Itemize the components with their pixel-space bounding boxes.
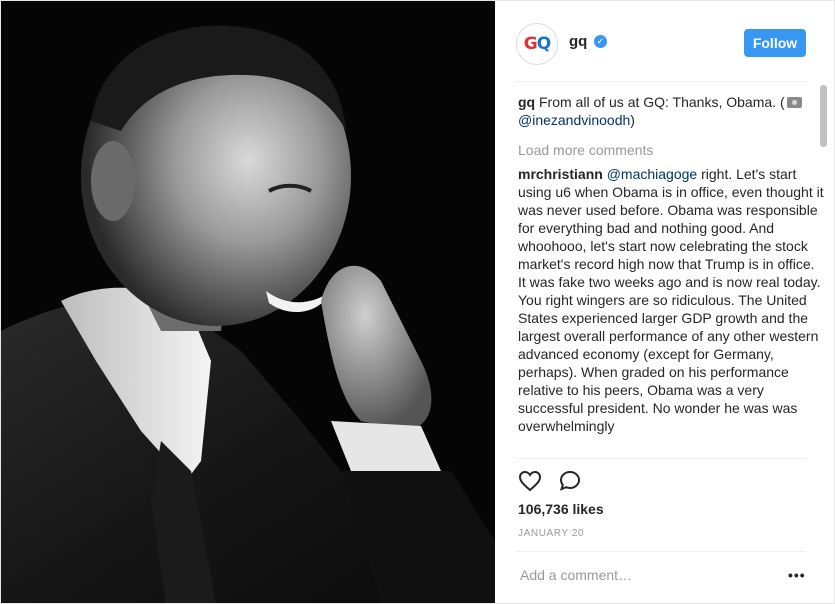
likes-count[interactable]: 106,736 likes [518, 501, 604, 517]
post-dialog: GQ gq ✓ Follow gq From all of us at GQ: … [0, 0, 835, 604]
post-photo[interactable] [1, 1, 495, 603]
comment-icon[interactable] [558, 469, 582, 493]
comment-text: right. Let's start using u6 when Obama i… [518, 166, 824, 434]
divider [516, 551, 806, 552]
comment-mention[interactable]: @machiagoge [607, 166, 698, 182]
load-more-comments-link[interactable]: Load more comments [518, 141, 826, 159]
post-sidebar: GQ gq ✓ Follow gq From all of us at GQ: … [496, 1, 834, 603]
caption-text: From all of us at GQ: Thanks, Obama. ( [539, 94, 785, 110]
comment: mrchristiann @machiagoge right. Let's st… [518, 165, 826, 435]
avatar[interactable]: GQ [516, 23, 558, 65]
verified-badge-icon: ✓ [594, 35, 607, 48]
follow-button[interactable]: Follow [744, 29, 806, 57]
more-options-button[interactable]: ••• [788, 567, 806, 583]
username[interactable]: gq [569, 33, 587, 50]
comments-scrollbar[interactable] [820, 85, 827, 147]
caption-mention[interactable]: @inezandvinoodh [518, 112, 630, 128]
post-header: GQ gq ✓ Follow [516, 21, 806, 82]
caption-username[interactable]: gq [518, 94, 535, 110]
heart-icon[interactable] [518, 469, 542, 493]
comment-username[interactable]: mrchristiann [518, 166, 603, 182]
add-comment-input[interactable]: Add a comment… [520, 567, 632, 583]
avatar-q: Q [536, 34, 551, 54]
post-date[interactable]: JANUARY 20 [518, 528, 584, 539]
portrait-image [1, 1, 495, 603]
camera-icon [786, 97, 802, 108]
divider [516, 458, 806, 459]
caption-close: ) [630, 112, 635, 128]
avatar-g: G [523, 34, 538, 54]
caption: gq From all of us at GQ: Thanks, Obama. … [518, 93, 826, 129]
comments-list[interactable]: gq From all of us at GQ: Thanks, Obama. … [518, 93, 826, 457]
